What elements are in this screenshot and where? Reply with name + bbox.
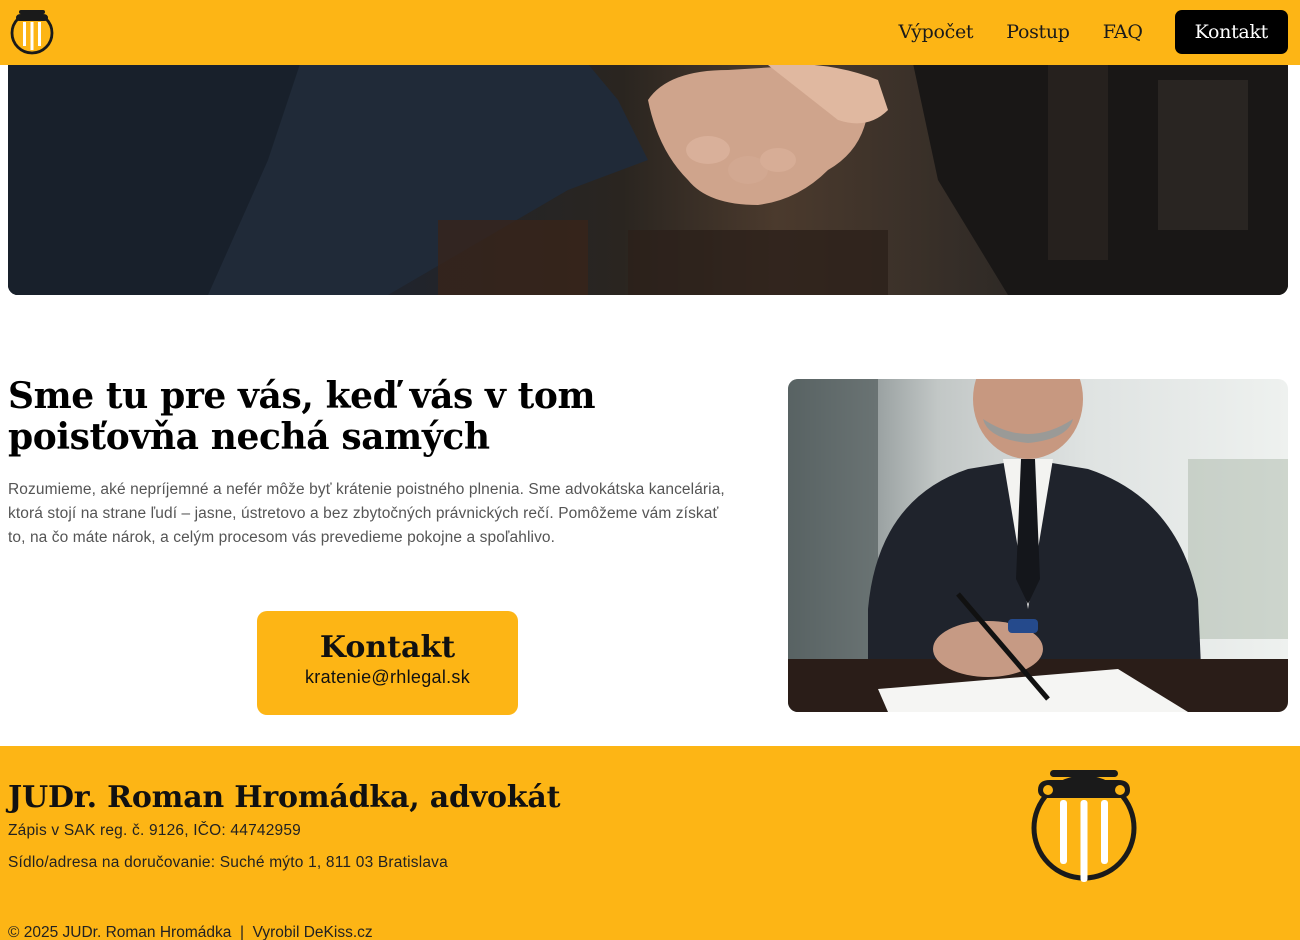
nav-item-vypocet[interactable]: Výpočet [899,21,974,43]
site-header: Výpočet Postup FAQ Kontakt [0,0,1300,65]
footer-credit-link[interactable]: Vyrobil DeKiss.cz [253,924,373,940]
nav-item-faq[interactable]: FAQ [1103,21,1143,43]
footer-registration: Zápis v SAK reg. č. 9126, IČO: 44742959 [8,822,301,839]
hero-handshake-image [8,40,1288,295]
lawyer-illustration [788,379,1288,712]
intro-title-line1: Sme tu pre vás, keď vás v tom [8,375,596,417]
footer-separator: | [239,924,244,940]
footer-firm-name: JUDr. Roman Hromádka, advokát [8,780,561,815]
column-pillar-icon [1031,770,1137,882]
intro-body: Rozumieme, aké nepríjemné a nefér môže b… [8,481,725,546]
main-nav: Výpočet Postup FAQ Kontakt [866,10,1288,54]
nav-item-postup[interactable]: Postup [1006,21,1070,43]
lawyer-signing-photo [788,379,1288,712]
footer-address: Sídlo/adresa na doručovanie: Suché mýto … [8,854,448,871]
contact-cta-button[interactable]: Kontakt kratenie@rhlegal.sk [257,611,518,715]
footer-copyright: © 2025 JUDr. Roman Hromádka [8,924,232,940]
nav-contact-button[interactable]: Kontakt [1174,10,1288,54]
handshake-illustration [8,40,1288,295]
intro-title: Sme tu pre vás, keď vás v tom poisťovňa … [8,376,738,458]
intro-title-line2: poisťovňa nechá samých [8,416,490,458]
cta-email: kratenie@rhlegal.sk [304,667,471,687]
intro-section: Sme tu pre vás, keď vás v tom poisťovňa … [8,376,738,550]
column-pillar-icon[interactable] [9,7,55,55]
footer-copyright-row: © 2025 JUDr. Roman Hromádka | Vyrobil De… [8,924,373,940]
site-footer: JUDr. Roman Hromádka, advokát Zápis v SA… [0,746,1300,940]
cta-title: Kontakt [319,630,456,665]
